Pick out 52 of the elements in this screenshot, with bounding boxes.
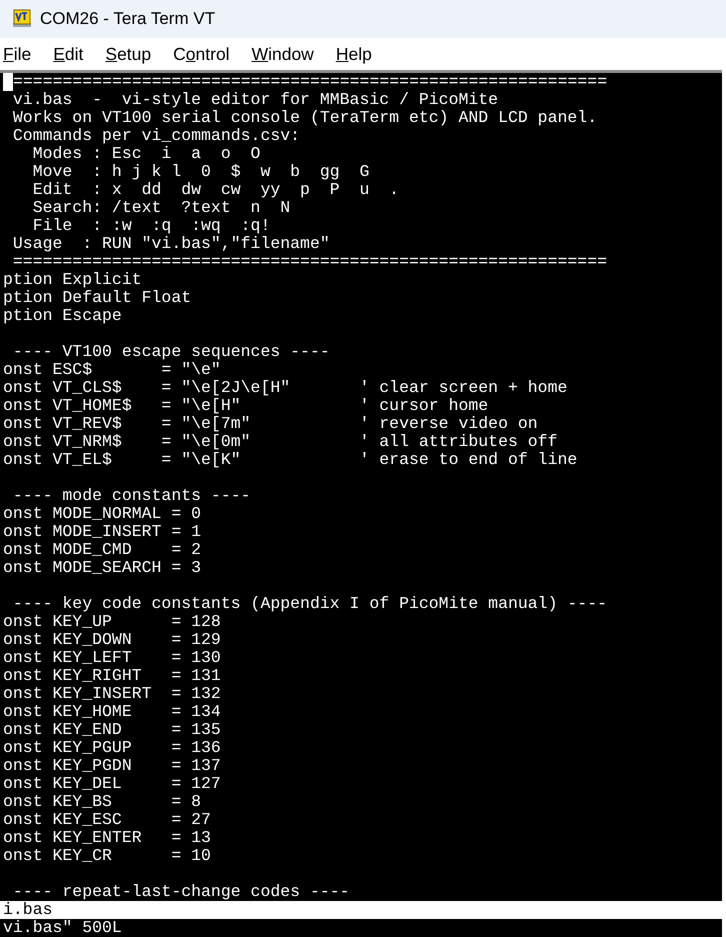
terminal-line: Usage : RUN "vi.bas","filename" (12, 235, 330, 253)
terminal-line: onst VT_REV$ = "\e[7m" ' reverse video on (3, 415, 538, 433)
terminal-line: Works on VT100 serial console (TeraTerm etc) AND LCD panel. (12, 109, 598, 127)
menu-item[interactable]: Control (172, 40, 231, 68)
terminal-line: onst KEY_DOWN = 129 (3, 631, 221, 649)
window-title: COM26 - Tera Term VT (40, 8, 216, 30)
terminal-line: onst MODE_CMD = 2 (3, 541, 202, 559)
terminal-line: onst KEY_LEFT = 130 (3, 649, 221, 667)
terminal-line: onst VT_HOME$ = "\e[H" ' cursor home (3, 397, 488, 415)
menu-item[interactable]: Edit (52, 40, 84, 68)
terminal-line: ption Default Float (3, 289, 192, 307)
menu-item[interactable]: Window (250, 40, 315, 68)
terminal-line: onst KEY_HOME = 134 (3, 703, 221, 721)
terminal-line: ---- key code constants (Appendix I of PicoMite manual) ---- (12, 595, 607, 613)
terminal-line: onst VT_NRM$ = "\e[0m" ' all attributes off (3, 433, 558, 451)
terminal-line: onst KEY_PGDN = 137 (3, 757, 221, 775)
terminal-line: vi.bas - vi-style editor for MMBasic / PicoMite (12, 91, 498, 109)
terminal-line: onst ESC$ = "\e" (3, 361, 221, 379)
terminal-line: onst KEY_ENTER = 13 (3, 829, 211, 847)
menu-item[interactable]: Setup (104, 40, 152, 68)
terminal-line: onst KEY_INSERT = 132 (3, 685, 221, 703)
text-cursor (3, 73, 13, 91)
app-icon (12, 9, 32, 29)
terminal-line: ---- mode constants ---- (12, 487, 251, 505)
terminal-line: ---- repeat-last-change codes ---- (12, 883, 350, 901)
menu-item[interactable]: File (2, 40, 32, 68)
terminal-line: File : :w :q :wq :q! (32, 217, 270, 235)
terminal-line: ption Explicit (3, 271, 142, 289)
terminal-line: onst MODE_INSERT = 1 (3, 523, 202, 541)
terminal-line: Edit : x dd dw cw yy p P u . (32, 181, 400, 199)
terminal-line: ============================================================ (13, 73, 608, 91)
terminal-line: onst KEY_ESC = 27 (3, 811, 211, 829)
terminal-line: ============================================================ (12, 253, 607, 271)
terminal-line: onst KEY_RIGHT = 131 (3, 667, 221, 685)
terminal-line: onst MODE_NORMAL = 0 (3, 505, 202, 523)
terminal-line: Move : h j k l 0 $ w b gg G (32, 163, 370, 181)
terminal-line: onst VT_CLS$ = "\e[2J\e[H" ' clear screen + home (3, 379, 568, 397)
terminal-line: vi.bas" 500L (3, 919, 122, 937)
terminal-line: onst KEY_BS = 8 (3, 793, 202, 811)
terminal-line: onst KEY_DEL = 127 (3, 775, 221, 793)
terminal-line: onst KEY_PGUP = 136 (3, 739, 221, 757)
terminal-line: Modes : Esc i a o O (32, 145, 260, 163)
terminal-line: Commands per vi_commands.csv: (12, 127, 300, 145)
terminal-line: onst KEY_END = 135 (3, 721, 221, 739)
terminal-line: onst VT_EL$ = "\e[K" ' erase to end of line (3, 451, 578, 469)
terminal-line: onst MODE_SEARCH = 3 (3, 559, 202, 577)
terminal-line: Search: /text ?text n N (32, 199, 290, 217)
terminal-line: ption Escape (3, 307, 122, 325)
terminal-line: ---- VT100 escape sequences ---- (12, 343, 330, 361)
menu-item[interactable]: Help (334, 40, 373, 68)
terminal-line: onst KEY_UP = 128 (3, 613, 221, 631)
terminal-line: onst KEY_CR = 10 (3, 847, 211, 865)
